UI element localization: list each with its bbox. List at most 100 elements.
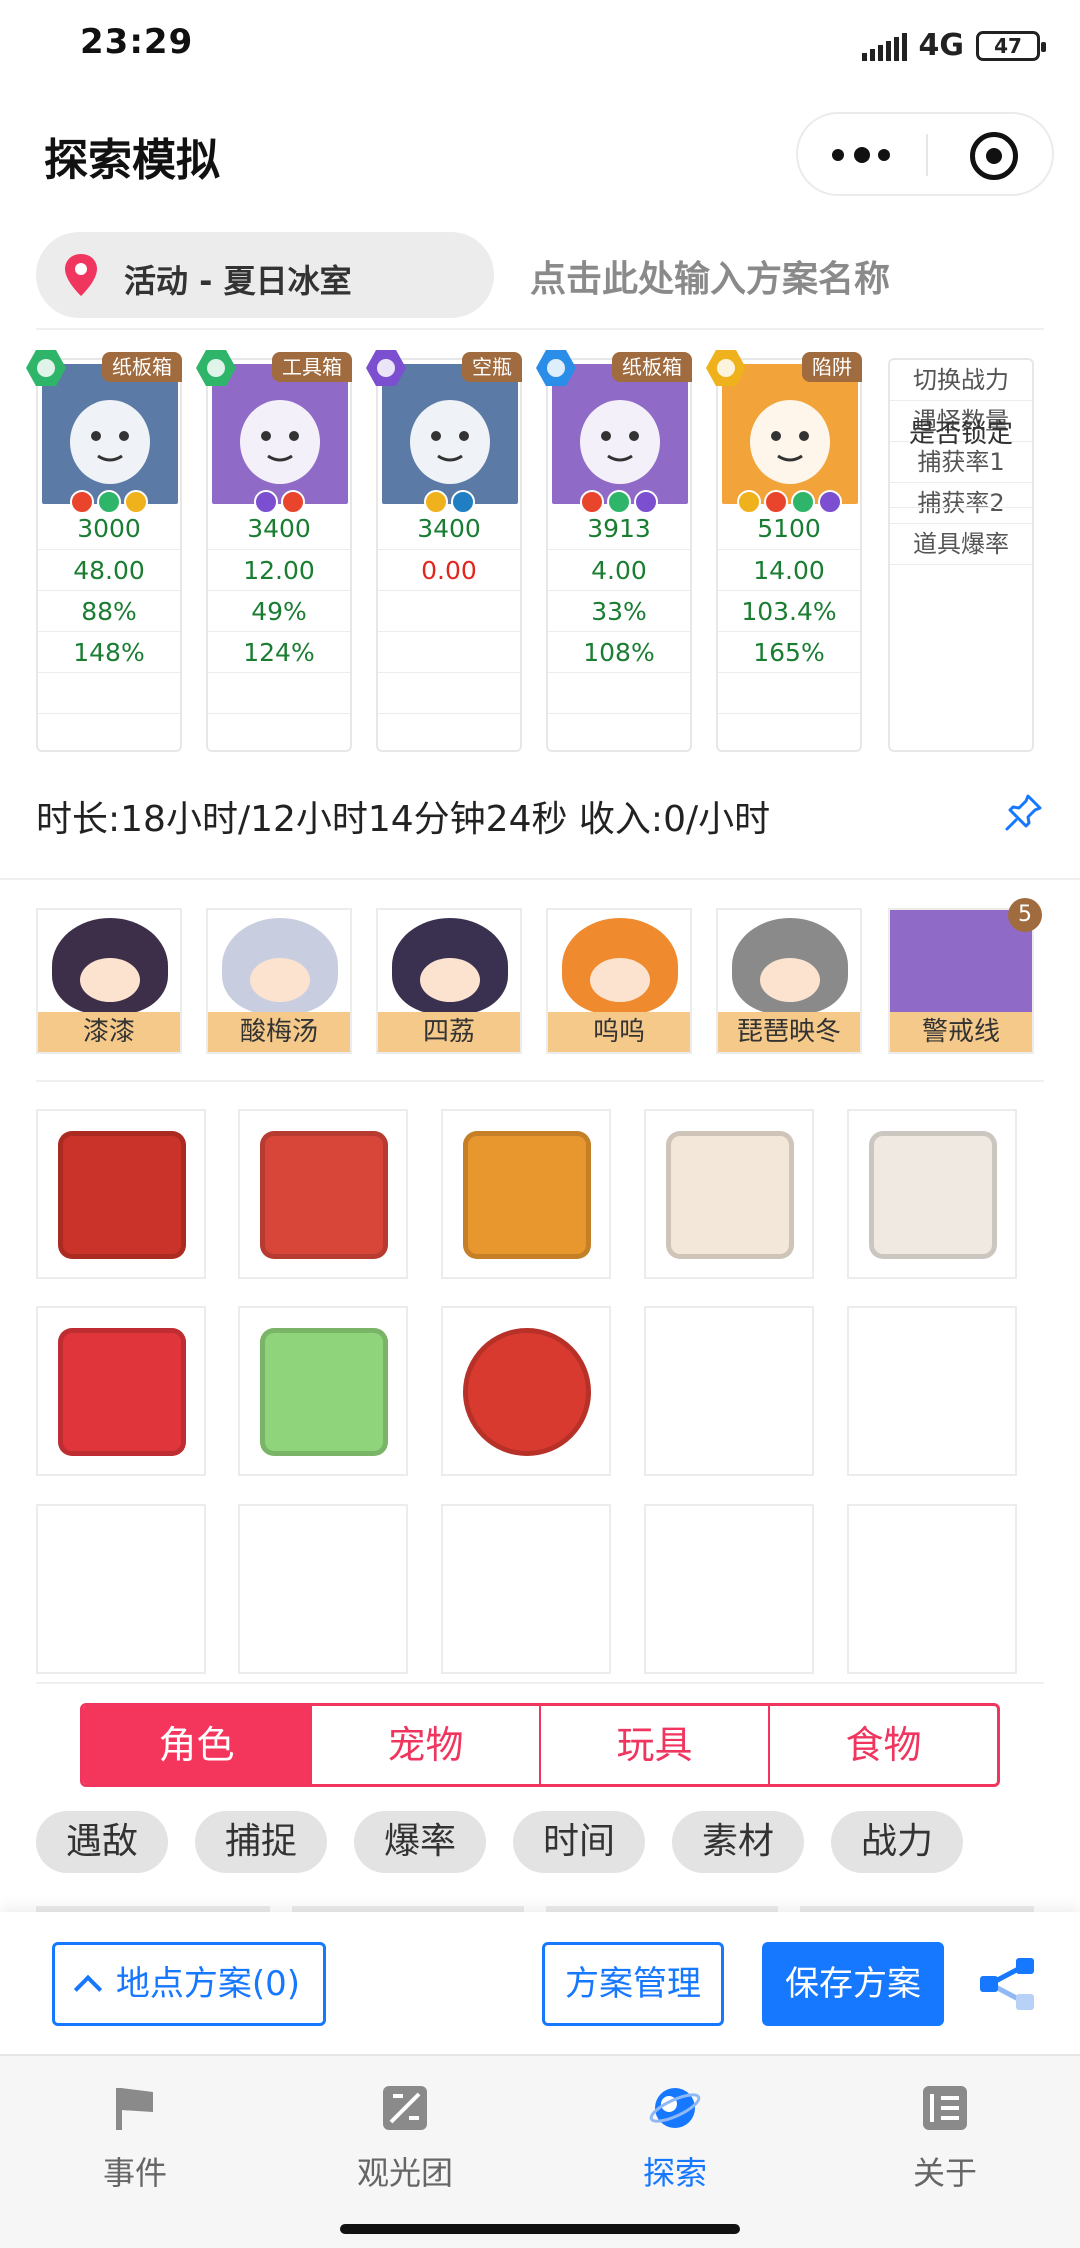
member-avatar xyxy=(52,918,168,1014)
location-plans-button[interactable]: 地点方案(0) xyxy=(52,1942,326,2026)
share-icon[interactable] xyxy=(978,1956,1036,2012)
member-avatar xyxy=(732,918,848,1014)
location-label: 活动 - 夏日冰室 xyxy=(124,262,352,300)
save-plan-button[interactable]: 保存方案 xyxy=(762,1942,944,2026)
nav-item[interactable]: 事件 xyxy=(0,2056,270,2206)
alarm-clock-icon xyxy=(463,1328,591,1456)
nav-item[interactable]: 观光团 xyxy=(270,2056,540,2206)
empty-slot[interactable] xyxy=(644,1504,814,1674)
monster-card[interactable]: 陷阱 #f0b21c#e8452c#2fb56a#7b4fd0 510014.0… xyxy=(706,350,862,754)
stats-label-column: 是否锁定 切换战力 遇怪数量 捕获率1 捕获率2 道具爆率 xyxy=(888,358,1034,752)
tab-food[interactable]: 食物 xyxy=(768,1706,997,1784)
card-stat: 33% xyxy=(548,590,690,631)
member-name: 酸梅汤 xyxy=(208,1012,350,1052)
monster-art xyxy=(580,400,660,484)
tab-toy[interactable]: 玩具 xyxy=(539,1706,768,1784)
item-slot[interactable] xyxy=(441,1109,611,1279)
monster-image xyxy=(42,364,178,504)
card-stat xyxy=(378,631,520,672)
nav-item[interactable]: 关于 xyxy=(810,2056,1080,2206)
list-icon xyxy=(923,2086,967,2130)
card-stat: 48.00 xyxy=(38,549,180,590)
card-tag: 纸板箱 xyxy=(102,352,182,382)
monster-image xyxy=(552,364,688,504)
card-stat xyxy=(378,672,520,713)
item-slot[interactable] xyxy=(238,1109,408,1279)
flashlight-icon xyxy=(463,1131,591,1259)
tab-pet[interactable]: 宠物 xyxy=(310,1706,539,1784)
count-badge: 5 xyxy=(1008,898,1042,932)
filter-pill[interactable]: 时间 xyxy=(513,1811,645,1873)
monster-card[interactable]: 空瓶 #f0b21c#1f7fc2 34000.00 xyxy=(366,350,522,752)
status-time: 23:29 xyxy=(80,22,194,62)
member-card[interactable]: 酸梅汤 xyxy=(206,908,352,1054)
item-slot[interactable] xyxy=(36,1109,206,1279)
monster-card[interactable]: 纸板箱 #e8452c#2fb56a#7b4fd0 39134.0033%108… xyxy=(536,350,692,754)
planet-icon xyxy=(649,2088,701,2128)
card-stat xyxy=(208,672,350,713)
card-stat: 5100 xyxy=(757,514,821,543)
close-target-icon[interactable] xyxy=(970,132,1018,180)
empty-slot[interactable] xyxy=(847,1504,1017,1674)
monster-card[interactable]: 工具箱 #7b4fd0#e8452c 340012.0049%124% xyxy=(196,350,352,752)
member-card[interactable]: 警戒线 5 xyxy=(888,898,1042,1054)
card-stat: 49% xyxy=(208,590,350,631)
monster-image xyxy=(722,364,858,504)
card-tag: 工具箱 xyxy=(272,352,352,382)
card-stat: 124% xyxy=(208,631,350,672)
item-slot[interactable] xyxy=(847,1109,1017,1279)
filter-pill[interactable]: 捕捉 xyxy=(195,1811,327,1873)
red-wallet-icon xyxy=(58,1328,186,1456)
item-slot[interactable] xyxy=(238,1306,408,1476)
member-name: 呜呜 xyxy=(548,1012,690,1052)
flag-icon xyxy=(116,2088,153,2130)
location-selector[interactable]: 活动 - 夏日冰室 xyxy=(36,232,494,318)
filter-pill[interactable]: 遇敌 xyxy=(36,1811,168,1873)
member-card[interactable]: 四荔 xyxy=(376,908,522,1054)
lock-label[interactable]: 是否锁定 xyxy=(890,360,1032,508)
member-name: 漆漆 xyxy=(38,1012,180,1052)
empty-slot[interactable] xyxy=(441,1504,611,1674)
member-card[interactable]: 漆漆 xyxy=(36,908,182,1054)
member-avatar xyxy=(222,918,338,1014)
empty-slot[interactable] xyxy=(36,1504,206,1674)
summary-text: 时长:18小时/12小时14分钟24秒 收入:0/小时 xyxy=(36,799,771,840)
filter-pill[interactable]: 素材 xyxy=(672,1811,804,1873)
monster-art xyxy=(240,400,320,484)
nav-item[interactable]: 探索 xyxy=(540,2056,810,2206)
empty-slot[interactable] xyxy=(644,1306,814,1476)
monster-art xyxy=(410,400,490,484)
nav-label: 关于 xyxy=(912,2154,977,2192)
item-slot[interactable] xyxy=(441,1306,611,1476)
tab-role[interactable]: 角色 xyxy=(83,1706,310,1784)
nav-label: 观光团 xyxy=(356,2154,453,2192)
pin-icon[interactable] xyxy=(1004,792,1044,832)
monster-image xyxy=(212,364,348,504)
card-stat: 108% xyxy=(548,631,690,672)
filter-pill[interactable]: 爆率 xyxy=(354,1811,486,1873)
card-tag: 纸板箱 xyxy=(612,352,692,382)
card-stat: 14.00 xyxy=(718,549,860,590)
item-slot[interactable] xyxy=(644,1109,814,1279)
item-slot[interactable] xyxy=(36,1306,206,1476)
filter-pill[interactable]: 战力 xyxy=(831,1811,963,1873)
member-card[interactable]: 呜呜 xyxy=(546,908,692,1054)
member-card[interactable]: 琵琶映冬 xyxy=(716,908,862,1054)
card-stat: 103.4% xyxy=(718,590,860,631)
signal-icon xyxy=(861,31,907,61)
monster-card[interactable]: 纸板箱 #e8452c#2fb56a#f0b21c 300048.0088%14… xyxy=(26,350,182,752)
card-stats: 5100 14.00 103.4% 165% xyxy=(718,508,860,754)
empty-slot[interactable] xyxy=(847,1306,1017,1476)
filter-pills: 遇敌 捕捉 爆率 时间 素材 战力 xyxy=(36,1811,963,1873)
monster-art xyxy=(750,400,830,484)
status-indicators: 4G 47 xyxy=(861,28,1046,63)
home-indicator xyxy=(340,2224,740,2234)
empty-slot[interactable] xyxy=(238,1504,408,1674)
monster-image xyxy=(382,364,518,504)
manage-plans-button[interactable]: 方案管理 xyxy=(542,1942,724,2026)
more-icon[interactable] xyxy=(832,140,892,170)
location-plans-label: 地点方案(0) xyxy=(115,1964,301,2004)
card-stat: 3400 xyxy=(247,514,311,543)
plan-name-input[interactable]: 点击此处输入方案名称 xyxy=(530,250,890,302)
card-stats: 3913 4.00 33% 108% xyxy=(548,508,690,754)
